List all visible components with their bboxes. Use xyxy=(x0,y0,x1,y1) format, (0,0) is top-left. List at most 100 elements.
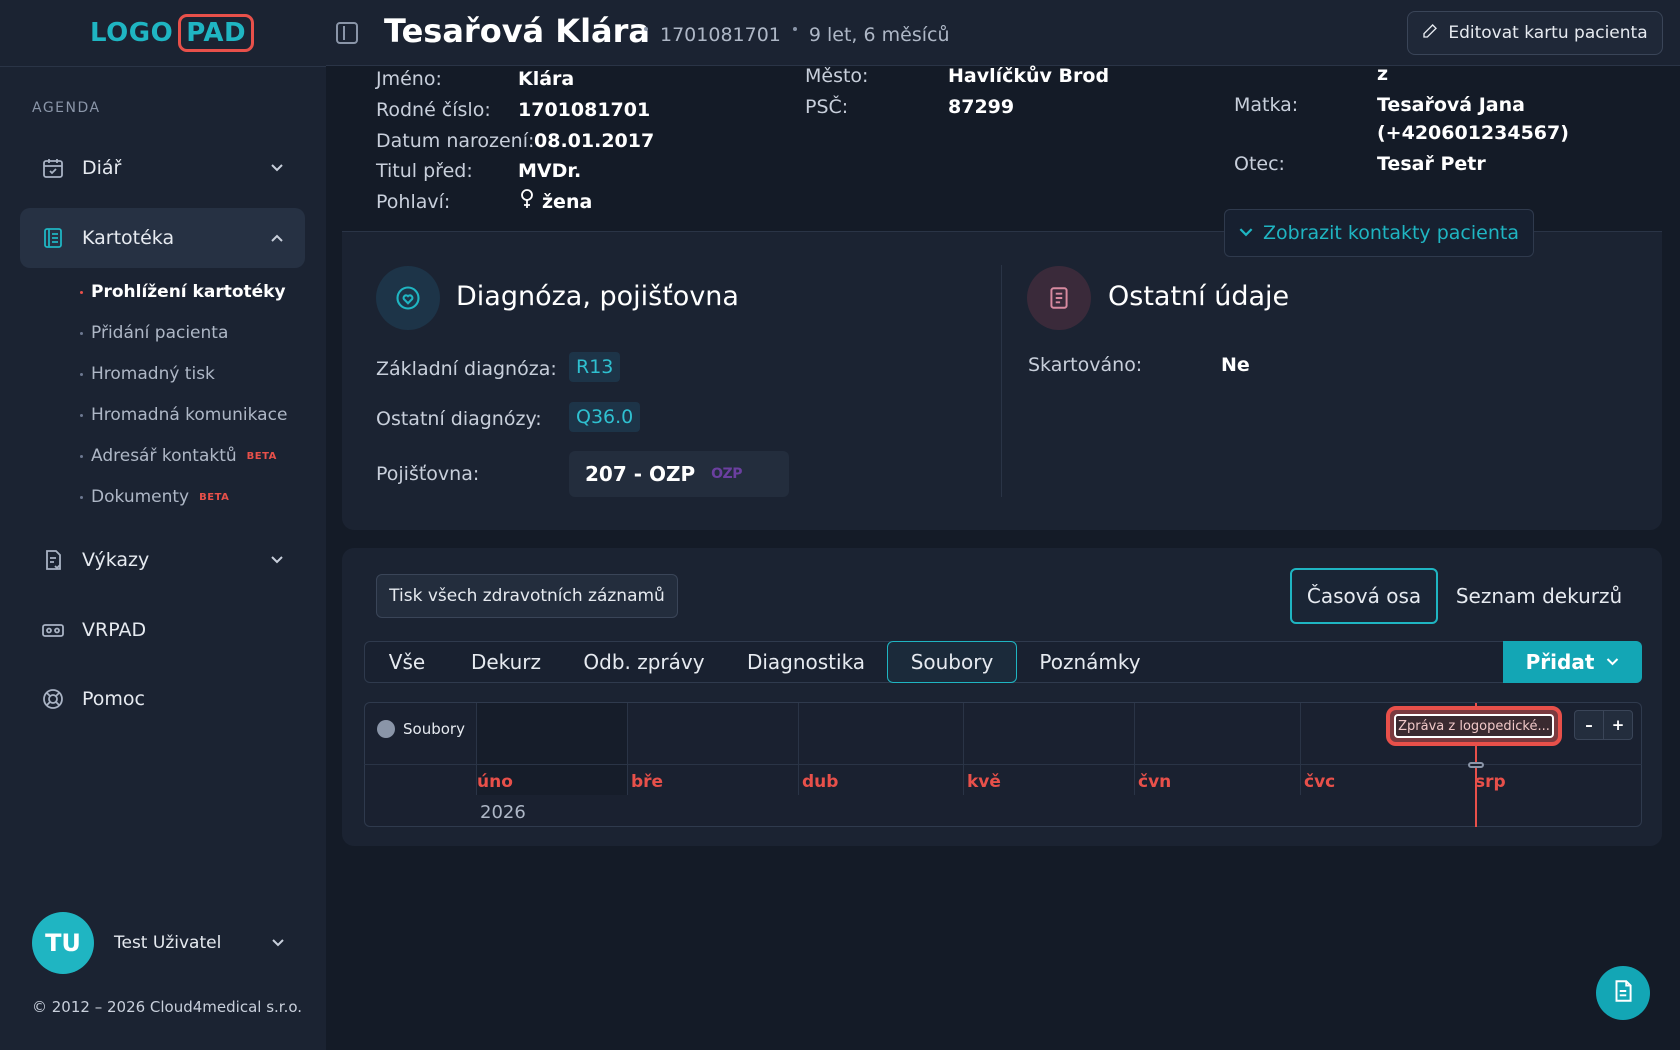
sidebar-subitem-pridani[interactable]: Přidání pacienta xyxy=(80,323,228,343)
lifebuoy-icon xyxy=(40,686,66,712)
diagnosis-card xyxy=(342,232,1662,530)
month-label: bře xyxy=(631,772,664,792)
sidebar-item-label: Pomoc xyxy=(82,688,145,710)
user-menu[interactable]: TU Test Uživatel xyxy=(32,912,292,974)
diagnosis-title: Diagnóza, pojišťovna xyxy=(456,281,739,312)
sidebar: LOGO PAD AGENDA Diář Kartotéka Prohlížen… xyxy=(0,0,326,1050)
sidebar-subitem-prohlizeni[interactable]: Prohlížení kartotéky xyxy=(80,282,286,302)
tab-vse[interactable]: Vše xyxy=(376,641,438,683)
mother-phone: (+420601234567) xyxy=(1377,122,1569,144)
drag-handle-icon[interactable] xyxy=(1468,762,1484,768)
contact-value: z xyxy=(1377,63,1389,85)
sidebar-item-vykazy[interactable]: Výkazy xyxy=(20,530,305,590)
sidebar-item-kartoteka[interactable]: Kartotéka xyxy=(20,208,305,268)
insurance-box: 207 - OZP OZP xyxy=(569,451,789,497)
top-header: Tesařová Klára 1701081701 9 let, 6 měsíc… xyxy=(326,0,1680,66)
logo-text-2: PAD xyxy=(178,14,255,52)
birth-number-value: 1701081701 xyxy=(518,99,651,121)
tab-dekurz[interactable]: Dekurz xyxy=(462,641,550,683)
basic-diagnosis-label: Základní diagnóza: xyxy=(376,358,557,380)
sidebar-subitem-adresar[interactable]: Adresář kontaktů BETA xyxy=(80,446,277,466)
timeline-row-line xyxy=(364,764,1642,765)
city-value: Havlíčkův Brod xyxy=(948,65,1110,87)
tab-poznamky[interactable]: Poznámky xyxy=(1036,641,1144,683)
timeline-row-label: Soubory xyxy=(377,720,465,738)
other-diagnosis-chip[interactable]: Q36.0 xyxy=(569,402,641,432)
timeline-col-line xyxy=(963,703,964,795)
zip-value: 87299 xyxy=(948,96,1015,118)
page-title: Tesařová Klára xyxy=(384,12,651,50)
city-label: Město: xyxy=(805,65,869,87)
timeline-event-label: Zpráva z logopedické... xyxy=(1394,714,1554,738)
tab-diagnostika[interactable]: Diagnostika xyxy=(740,641,872,683)
timeline-col-line xyxy=(627,703,628,795)
shredded-label: Skartováno: xyxy=(1028,354,1143,376)
sidebar-divider xyxy=(0,66,326,67)
timeline-col-line xyxy=(1300,703,1301,795)
month-label: srp xyxy=(1475,772,1506,792)
report-icon xyxy=(40,547,66,573)
beta-badge: BETA xyxy=(246,450,277,462)
tab-soubory[interactable]: Soubory xyxy=(887,641,1017,683)
edit-patient-button[interactable]: Editovat kartu pacienta xyxy=(1407,11,1663,55)
app-logo[interactable]: LOGO PAD xyxy=(90,12,255,54)
other-diagnosis-label: Ostatní diagnózy: xyxy=(376,408,542,430)
month-label: dub xyxy=(802,772,839,792)
bullet-icon xyxy=(80,495,83,499)
beta-badge: BETA xyxy=(199,491,230,503)
chevron-down-icon xyxy=(1239,225,1253,241)
sidebar-subitem-dokumenty[interactable]: Dokumenty BETA xyxy=(80,487,229,507)
insurance-logo: OZP xyxy=(711,466,742,482)
add-record-label: Přidat xyxy=(1525,650,1595,674)
zoom-in-button[interactable]: + xyxy=(1603,710,1633,740)
dob-value: 08.01.2017 xyxy=(534,130,655,152)
chevron-down-icon xyxy=(1606,655,1619,670)
sidebar-item-pomoc[interactable]: Pomoc xyxy=(20,669,305,729)
subitem-label: Hromadná komunikace xyxy=(91,405,288,425)
card-divider xyxy=(1001,265,1002,497)
show-contacts-label: Zobrazit kontakty pacienta xyxy=(1263,222,1519,244)
birth-number-label: Rodné číslo: xyxy=(376,99,491,121)
bullet-icon xyxy=(80,372,83,376)
subitem-label: Dokumenty xyxy=(91,487,190,507)
notes-fab-button[interactable] xyxy=(1596,966,1650,1020)
bullet-icon xyxy=(80,331,83,335)
timeline-col-line xyxy=(798,703,799,795)
view-timeline-button[interactable]: Časová osa xyxy=(1290,568,1438,624)
month-label: čvc xyxy=(1304,772,1336,792)
patient-meta: 1701081701 9 let, 6 měsíců xyxy=(632,24,950,46)
insurance-value: 207 - OZP xyxy=(585,462,696,486)
chevron-up-icon xyxy=(271,231,283,246)
row-dot-icon xyxy=(377,720,395,738)
sex-label: Pohlaví: xyxy=(376,191,451,213)
insurance-label: Pojišťovna: xyxy=(376,463,480,485)
add-record-button[interactable]: Přidat xyxy=(1503,641,1642,683)
vr-icon xyxy=(40,617,66,643)
zoom-out-button[interactable]: – xyxy=(1574,710,1604,740)
show-contacts-button[interactable]: Zobrazit kontakty pacienta xyxy=(1224,209,1534,257)
sidebar-item-vrpad[interactable]: VRPAD xyxy=(20,600,305,660)
basic-diagnosis-chip[interactable]: R13 xyxy=(569,352,621,382)
tab-odb-zpravy[interactable]: Odb. zprávy xyxy=(580,641,708,683)
timeline-col-line xyxy=(1134,703,1135,795)
sidebar-subitem-tisk[interactable]: Hromadný tisk xyxy=(80,364,215,384)
month-label: čvn xyxy=(1138,772,1172,792)
month-label: kvě xyxy=(967,772,1001,792)
chevron-down-icon xyxy=(271,161,283,176)
sidebar-toggle-icon[interactable] xyxy=(336,22,358,44)
subitem-label: Prohlížení kartotéky xyxy=(91,282,286,302)
sex-text: žena xyxy=(542,190,593,213)
timeline-event[interactable]: Zpráva z logopedické... xyxy=(1386,706,1562,746)
sidebar-subitem-komunikace[interactable]: Hromadná komunikace xyxy=(80,405,287,425)
heart-icon xyxy=(376,266,440,330)
user-name: Test Uživatel xyxy=(114,933,222,953)
bullet-icon xyxy=(80,290,83,294)
copyright-text: © 2012 – 2026 Cloud4medical s.r.o. xyxy=(32,998,303,1016)
subitem-label: Přidání pacienta xyxy=(91,323,229,343)
sidebar-item-diar[interactable]: Diář xyxy=(20,138,305,198)
sidebar-section-label: AGENDA xyxy=(32,100,101,116)
view-list-button[interactable]: Seznam dekurzů xyxy=(1450,568,1628,624)
first-name-value: Klára xyxy=(518,68,575,90)
records-icon xyxy=(40,225,66,251)
print-records-button[interactable]: Tisk všech zdravotních záznamů xyxy=(376,574,678,618)
